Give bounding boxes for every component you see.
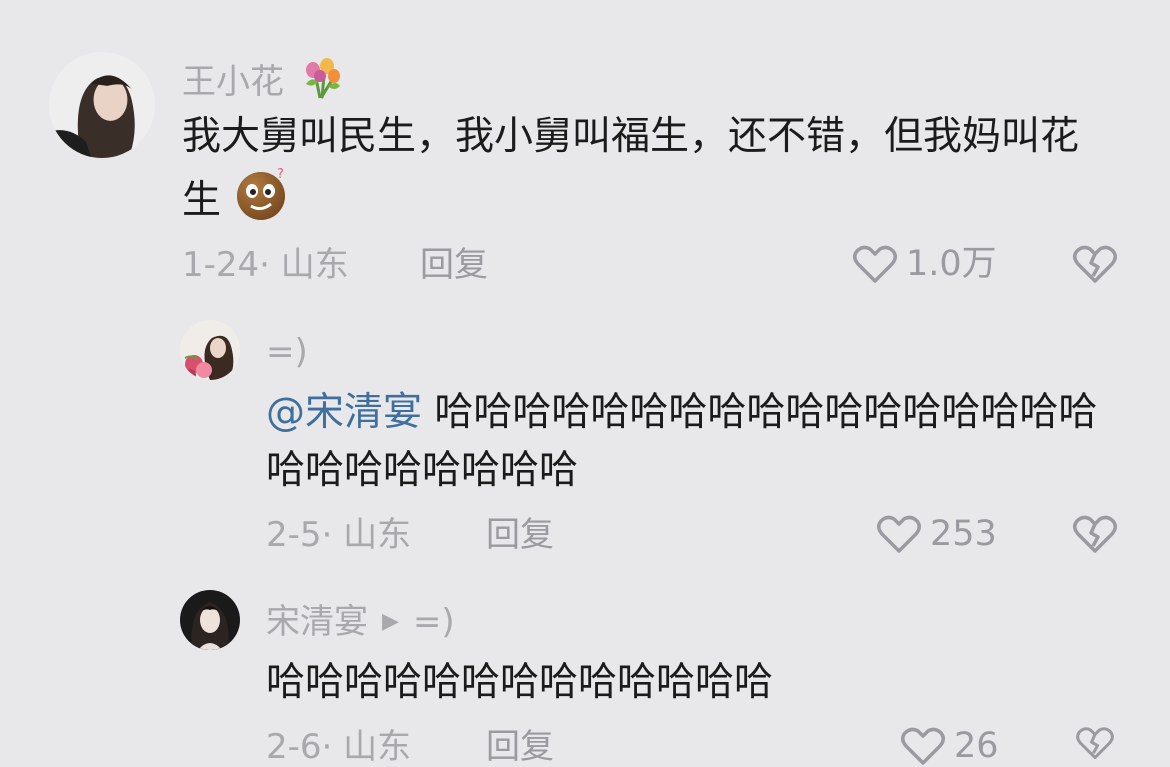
username[interactable]: 宋清宴 ▶ =) (266, 602, 455, 642)
avatar[interactable] (180, 590, 240, 650)
reply-button[interactable]: 回复 (420, 245, 488, 285)
comment-text: @宋清宴 哈哈哈哈哈哈哈哈哈哈哈哈哈哈哈哈哈哈哈哈哈哈哈哈哈 (266, 390, 1098, 493)
confused-face-icon: ? (233, 166, 291, 239)
broken-heart-icon (1072, 513, 1118, 555)
comment-date-location: 1-24· 山东 (182, 245, 349, 285)
dislike-button[interactable] (1072, 513, 1118, 555)
like-count: 253 (930, 514, 997, 554)
reply-to-username[interactable]: =) (413, 602, 455, 642)
reply-button[interactable]: 回复 (486, 727, 554, 767)
broken-heart-icon (1072, 725, 1118, 761)
mention-link[interactable]: @宋清宴 (266, 390, 422, 435)
username[interactable]: 王小花 (182, 54, 344, 109)
username[interactable]: =) (266, 332, 308, 372)
comment-date-location: 2-5· 山东 (266, 515, 412, 555)
broken-heart-icon (1072, 243, 1118, 285)
heart-outline-icon (876, 513, 922, 555)
flower-bouquet-icon (298, 54, 344, 109)
avatar[interactable] (180, 320, 240, 380)
like-button[interactable]: 253 (876, 513, 997, 555)
heart-outline-icon (852, 243, 898, 285)
dislike-button[interactable] (1072, 243, 1118, 285)
like-button[interactable]: 1.0万 (852, 243, 997, 285)
play-triangle-icon: ▶ (382, 609, 399, 634)
svg-text:?: ? (277, 167, 284, 182)
dislike-button[interactable] (1072, 725, 1118, 761)
avatar[interactable] (49, 52, 155, 158)
like-count: 26 (954, 726, 999, 766)
comment-text: 哈哈哈哈哈哈哈哈哈哈哈哈哈 (266, 660, 774, 705)
comment-text: 我大舅叫民生，我小舅叫福生，还不错，但我妈叫花生 ? (182, 108, 1102, 239)
like-button[interactable]: 26 (900, 725, 999, 767)
heart-outline-icon (900, 725, 946, 767)
comment-date-location: 2-6· 山东 (266, 727, 412, 767)
reply-button[interactable]: 回复 (486, 515, 554, 555)
like-count: 1.0万 (906, 244, 997, 284)
